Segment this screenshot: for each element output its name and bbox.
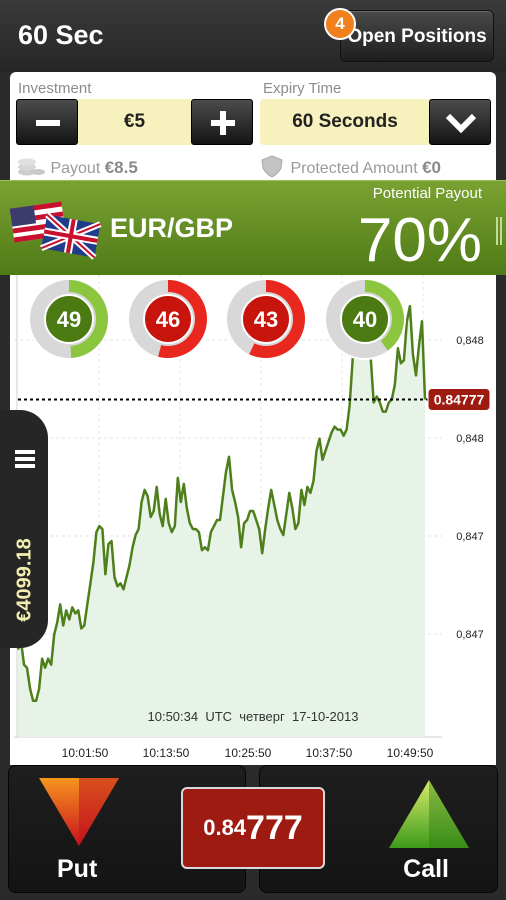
- sentiment-gauge-0: 49: [28, 278, 110, 360]
- sentiment-gauges: 49 46 43 40: [28, 278, 406, 360]
- x-axis-ticks: 10:01:50 10:13:50 10:25:50 10:37:50 10:49:50: [62, 746, 434, 760]
- potential-payout-label: Potential Payout: [372, 185, 482, 202]
- menu-icon[interactable]: [14, 448, 36, 470]
- price-chart-svg: 0.84777 0,8480,8480,8470,847 10:01:50 10:…: [14, 275, 491, 760]
- coins-icon: [18, 158, 45, 176]
- chevron-down-icon: [445, 113, 477, 134]
- open-positions-count-badge: 4: [324, 8, 356, 40]
- current-price-tag: 0.84777: [427, 388, 491, 412]
- payout-info: Payout €8.5: [16, 154, 138, 178]
- y-axis-ticks: 0,848 0,848 0,847 0,847: [456, 335, 484, 641]
- x-tick-label: 10:37:50: [306, 746, 353, 760]
- payout-value: €8.5: [104, 158, 138, 177]
- drag-handle-icon[interactable]: [496, 217, 502, 245]
- gauge-value: 46: [156, 307, 180, 332]
- price-chart[interactable]: 0.84777 0,848 0,848 0,847 0,847 10:01:50 10:…: [10, 275, 496, 765]
- shield-icon: [261, 155, 283, 178]
- y-tick-label: 0,847: [456, 531, 484, 543]
- asset-bar[interactable]: EUR/GBP Potential Payout 70%: [0, 180, 506, 275]
- trade-settings-panel: Investment Expiry Time €5 60 Seconds Pay…: [10, 72, 496, 180]
- open-positions-button[interactable]: Open Positions: [340, 10, 494, 62]
- x-tick-label: 10:13:50: [143, 746, 190, 760]
- plus-icon: [211, 111, 235, 135]
- sentiment-gauge-1: 46: [127, 278, 209, 360]
- expiry-timer: 60 Sec: [18, 20, 104, 50]
- increase-investment-button[interactable]: [191, 99, 253, 145]
- x-tick-label: 10:01:50: [62, 746, 109, 760]
- asset-name: EUR/GBP: [110, 213, 234, 243]
- minus-icon: [36, 120, 60, 126]
- expiry-dropdown-button[interactable]: [429, 99, 491, 145]
- x-tick-label: 10:49:50: [387, 746, 434, 760]
- y-tick-label: 0,847: [456, 629, 484, 641]
- chart-timestamp: 10:50:34 UTC четверг 17-10-2013: [148, 709, 359, 724]
- price-area-fill: [18, 306, 425, 737]
- decrease-investment-button[interactable]: [16, 99, 78, 145]
- top-bar: 60 Sec Open Positions 4: [0, 0, 506, 72]
- current-price-prefix: 0.84: [203, 815, 247, 840]
- y-tick-label: 0,848: [456, 433, 484, 445]
- protected-amount-label: Protected Amount: [290, 160, 418, 177]
- eur-gbp-flags-icon: [9, 201, 102, 260]
- x-tick-label: 10:25:50: [225, 746, 272, 760]
- sentiment-gauge-2: 43: [225, 278, 307, 360]
- gauge-value: 49: [57, 307, 81, 332]
- current-price-tag-text: 0.84777: [434, 392, 485, 408]
- gauge-value: 43: [254, 307, 278, 332]
- investment-amount-field[interactable]: €5: [78, 99, 191, 145]
- y-tick-label: 0,848: [456, 335, 484, 347]
- account-balance: €4099.18: [13, 538, 36, 622]
- put-arrow-down-icon: [39, 778, 119, 846]
- expiry-time-select[interactable]: 60 Seconds: [260, 99, 430, 145]
- trade-bar: Put Call 0.84777: [0, 765, 506, 900]
- investment-label: Investment: [18, 80, 92, 97]
- current-price-pips: 777: [246, 809, 303, 847]
- balance-side-tab[interactable]: €4099.18: [0, 410, 48, 648]
- expiry-time-label: Expiry Time: [263, 80, 342, 97]
- potential-payout-value: 70%: [357, 206, 482, 275]
- gauge-value: 40: [353, 307, 377, 332]
- current-price-display: 0.84777: [181, 787, 325, 869]
- sentiment-gauge-3: 40: [324, 278, 406, 360]
- protected-amount-value: €0: [422, 158, 442, 177]
- call-arrow-up-icon: [389, 780, 469, 848]
- payout-label: Payout: [50, 160, 101, 177]
- protected-amount-info: Protected Amount €0: [260, 154, 441, 178]
